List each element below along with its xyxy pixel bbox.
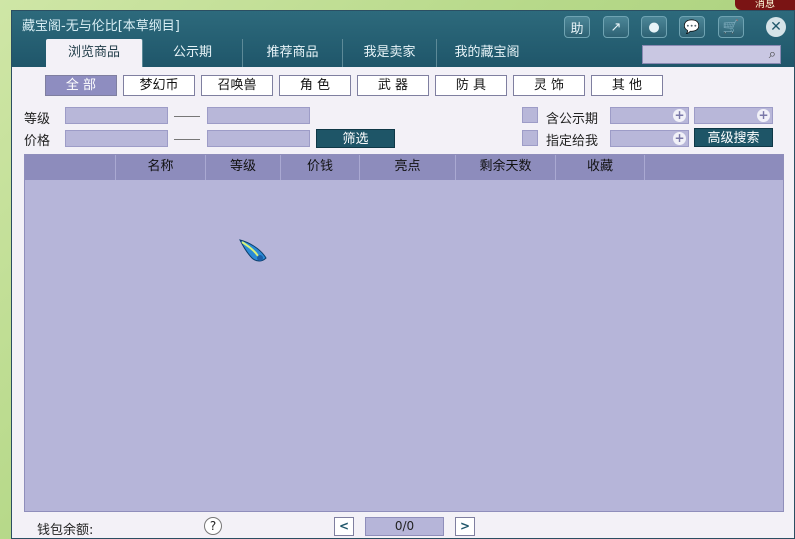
assigned-checkbox[interactable] — [522, 130, 538, 146]
stop-icon[interactable]: ● — [641, 16, 667, 38]
plus-icon[interactable]: + — [673, 132, 686, 145]
next-page-button[interactable]: > — [455, 517, 475, 536]
public-option-2[interactable]: + — [694, 107, 773, 124]
category-weapons[interactable]: 武 器 — [357, 75, 429, 96]
level-label: 等级 — [24, 112, 51, 127]
tab-seller[interactable]: 我是卖家 — [343, 39, 437, 67]
wallet-label: 钱包余额: — [37, 523, 94, 538]
plus-icon[interactable]: + — [757, 109, 770, 122]
category-currency[interactable]: 梦幻币 — [123, 75, 195, 96]
plus-icon[interactable]: + — [673, 109, 686, 122]
public-period-label: 含公示期 — [546, 112, 599, 127]
share-icon[interactable]: ↗ — [603, 16, 629, 38]
filter-button[interactable]: 筛选 — [316, 129, 395, 148]
cart-icon[interactable]: 🛒 — [718, 16, 744, 38]
search-icon[interactable]: ⌕ — [769, 47, 776, 62]
news-tag[interactable]: 消息 — [735, 0, 795, 10]
category-all[interactable]: 全 部 — [45, 75, 117, 96]
price-dash — [174, 139, 200, 140]
assigned-option[interactable]: + — [610, 130, 689, 147]
goods-table: 名称 等级 价钱 亮点 剩余天数 收藏 — [24, 154, 784, 512]
column-header-name[interactable]: 名称 — [116, 155, 206, 180]
assigned-label: 指定给我 — [546, 134, 599, 149]
column-header-favorite[interactable]: 收藏 — [556, 155, 645, 180]
column-header-level[interactable]: 等级 — [206, 155, 281, 180]
advanced-search-button[interactable]: 高级搜索 — [694, 128, 773, 147]
tab-my-treasure[interactable]: 我的藏宝阁 — [437, 39, 537, 67]
level-min-field[interactable] — [65, 107, 168, 124]
price-min-field[interactable] — [65, 130, 168, 147]
category-roles[interactable]: 角 色 — [279, 75, 351, 96]
chat-icon[interactable]: 💬 — [679, 16, 705, 38]
search-input[interactable]: ⌕ — [642, 45, 781, 64]
level-dash — [174, 116, 200, 117]
help-icon[interactable]: ? — [204, 517, 222, 535]
title-bar: 藏宝阁-无与伦比[本草纲目] 助 ↗ ● 💬 🛒 ✕ 浏览商品 公示期 推荐商品… — [12, 11, 794, 67]
window-title: 藏宝阁-无与伦比[本草纲目] — [22, 19, 180, 34]
public-option-1[interactable]: + — [610, 107, 689, 124]
tab-browse[interactable]: 浏览商品 — [46, 39, 143, 67]
column-header — [25, 155, 116, 180]
column-header-highlights[interactable]: 亮点 — [360, 155, 456, 180]
level-max-field[interactable] — [207, 107, 310, 124]
public-period-checkbox[interactable] — [522, 107, 538, 123]
price-max-field[interactable] — [207, 130, 310, 147]
category-accessories[interactable]: 灵 饰 — [513, 75, 585, 96]
tab-bar: 浏览商品 公示期 推荐商品 我是卖家 我的藏宝阁 — [46, 39, 537, 67]
category-armor[interactable]: 防 具 — [435, 75, 507, 96]
column-header — [645, 155, 783, 180]
close-icon[interactable]: ✕ — [766, 17, 786, 37]
category-other[interactable]: 其 他 — [591, 75, 663, 96]
treasure-window: 藏宝阁-无与伦比[本草纲目] 助 ↗ ● 💬 🛒 ✕ 浏览商品 公示期 推荐商品… — [11, 10, 795, 539]
category-bar: 全 部 梦幻币 召唤兽 角 色 武 器 防 具 灵 饰 其 他 — [45, 75, 663, 96]
table-header: 名称 等级 价钱 亮点 剩余天数 收藏 — [25, 155, 783, 180]
prev-page-button[interactable]: < — [334, 517, 354, 536]
category-pets[interactable]: 召唤兽 — [201, 75, 273, 96]
column-header-price[interactable]: 价钱 — [281, 155, 360, 180]
help-icon[interactable]: 助 — [564, 16, 590, 38]
tab-recommended[interactable]: 推荐商品 — [243, 39, 343, 67]
column-header-days-left[interactable]: 剩余天数 — [456, 155, 556, 180]
tab-public-period[interactable]: 公示期 — [143, 39, 243, 67]
cursor-feather-icon — [239, 239, 267, 262]
page-indicator: 0/0 — [365, 517, 444, 536]
price-label: 价格 — [24, 134, 51, 149]
